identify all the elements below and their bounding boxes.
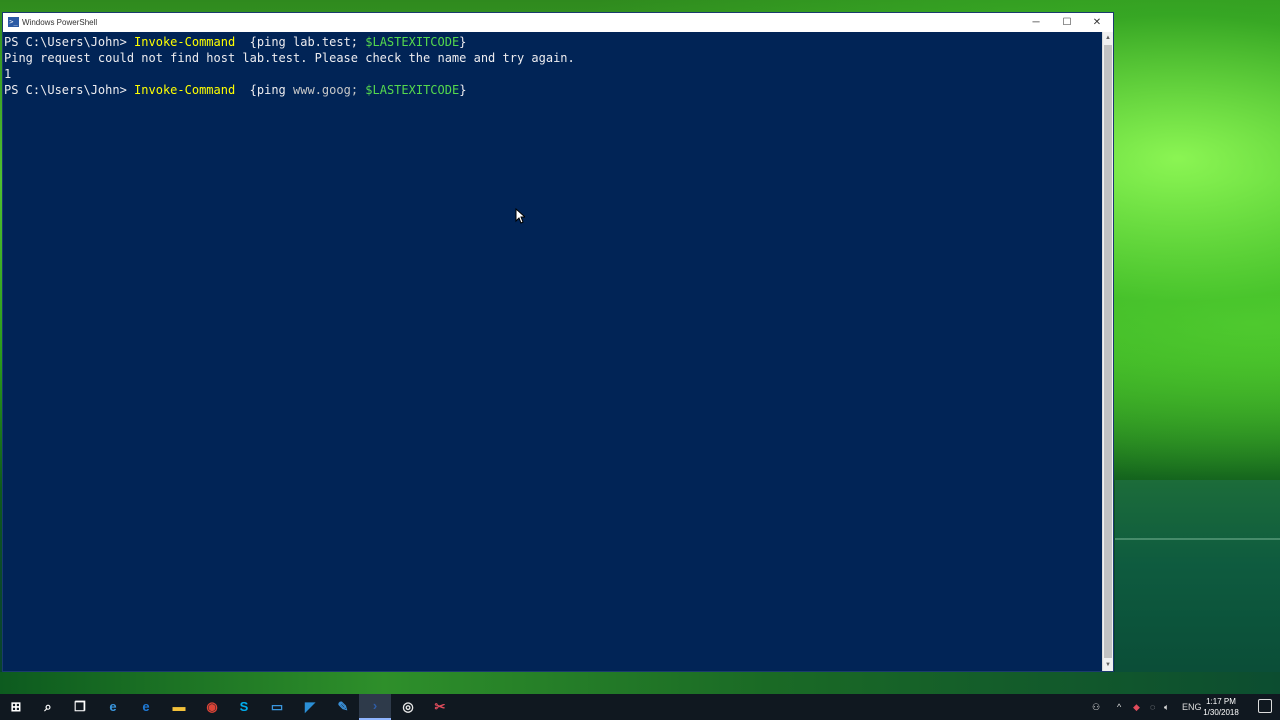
scriptblock-token: {ping xyxy=(249,83,294,97)
console-input-line[interactable]: PS C:\Users\John> Invoke-Command {ping w… xyxy=(4,82,466,98)
cmdlet-token: Invoke-Command xyxy=(134,35,236,49)
scroll-up-arrow-icon[interactable]: ▲ xyxy=(1103,32,1113,44)
edge-icon: e xyxy=(142,699,150,714)
snip-tool-icon[interactable]: ✂ xyxy=(424,694,456,720)
scroll-thumb[interactable] xyxy=(1104,45,1112,658)
search-icon: ⌕ xyxy=(44,699,52,714)
clock-time: 1:17 PM xyxy=(1206,697,1236,706)
file-explorer-icon[interactable]: ▬ xyxy=(163,694,195,720)
scriptblock-close: } xyxy=(459,35,467,49)
wallpaper-water xyxy=(1115,480,1280,694)
start-icon: ⊞ xyxy=(10,699,22,714)
wallpaper-strip xyxy=(0,672,1280,694)
task-view-icon[interactable]: ❐ xyxy=(64,694,96,720)
remote-desktop-icon[interactable]: ▭ xyxy=(261,694,293,720)
argument-token: www.goog; xyxy=(293,83,366,97)
console-line: Ping request could not find host lab.tes… xyxy=(4,51,575,65)
chrome-canary-icon[interactable]: ◎ xyxy=(392,694,424,720)
mouse-pointer-icon xyxy=(515,208,525,224)
people-icon[interactable]: ⚇ xyxy=(1092,694,1100,720)
chrome-icon[interactable]: ◉ xyxy=(196,694,228,720)
vertical-scrollbar[interactable]: ▲ ▼ xyxy=(1102,32,1113,671)
variable-token: $LASTEXITCODE xyxy=(365,83,460,97)
scroll-down-arrow-icon[interactable]: ▼ xyxy=(1103,659,1113,671)
prompt: PS C:\Users\John> xyxy=(4,83,135,97)
show-hidden-icons-chevron-icon[interactable]: ^ xyxy=(1117,694,1121,720)
chrome-icon: ◉ xyxy=(206,699,218,714)
chrome-canary-icon: ◎ xyxy=(402,699,414,714)
network-icon[interactable]: ◌ xyxy=(1150,694,1155,720)
close-button[interactable]: ✕ xyxy=(1082,13,1112,32)
prompt: PS C:\Users\John> xyxy=(4,35,135,49)
visual-studio-code-icon: ◤ xyxy=(305,699,315,714)
console-line: 1 xyxy=(4,67,12,81)
language-indicator[interactable]: ENG xyxy=(1182,694,1202,720)
console-output[interactable]: PS C:\Users\John> Invoke-Command {ping l… xyxy=(3,32,1103,671)
scriptblock-token: {ping lab.test; xyxy=(249,35,366,49)
skype-icon[interactable]: S xyxy=(228,694,260,720)
clock-date: 1/30/2018 xyxy=(1203,708,1239,717)
maximize-button[interactable]: ☐ xyxy=(1052,13,1082,32)
powershell-icon: › xyxy=(372,698,378,713)
cmdlet-token: Invoke-Command xyxy=(134,83,236,97)
powershell-window[interactable]: >_ Windows PowerShell ─ ☐ ✕ PS C:\Users\… xyxy=(2,12,1114,672)
file-explorer-icon: ▬ xyxy=(172,699,186,714)
volume-icon[interactable]: 🔈︎ xyxy=(1164,694,1169,720)
security-tray-icon[interactable]: ◆ xyxy=(1133,694,1140,720)
window-title: Windows PowerShell xyxy=(22,18,98,27)
powershell-ise-icon: ✎ xyxy=(337,699,349,714)
visual-studio-code-icon[interactable]: ◤ xyxy=(294,694,326,720)
taskbar: ⊞ ⌕ ❐ e e ▬ ◉ S ▭ ◤ ✎ › ◎ ✂ ⚇ ^ ◆ ◌ 🔈︎ ENG 1:17 PM 1/… xyxy=(0,694,1280,720)
internet-explorer-icon[interactable]: e xyxy=(97,694,129,720)
start-button[interactable]: ⊞ xyxy=(0,694,32,720)
edge-icon[interactable]: e xyxy=(130,694,162,720)
console-line: PS C:\Users\John> Invoke-Command {ping l… xyxy=(4,34,466,50)
search-icon[interactable]: ⌕ xyxy=(32,694,64,720)
powershell-icon[interactable]: › xyxy=(359,694,391,720)
action-center-icon[interactable] xyxy=(1258,699,1272,713)
powershell-window-icon: >_ xyxy=(8,17,19,27)
window-titlebar[interactable]: >_ Windows PowerShell ─ ☐ ✕ xyxy=(3,13,1113,32)
task-view-icon: ❐ xyxy=(74,699,86,714)
clock[interactable]: 1:17 PM 1/30/2018 xyxy=(1200,696,1242,718)
variable-token: $LASTEXITCODE xyxy=(365,35,460,49)
snip-tool-icon: ✂ xyxy=(434,699,446,714)
minimize-button[interactable]: ─ xyxy=(1021,13,1051,32)
skype-icon: S xyxy=(239,699,249,714)
remote-desktop-icon: ▭ xyxy=(270,699,284,714)
scriptblock-close: } xyxy=(459,83,467,97)
internet-explorer-icon: e xyxy=(109,699,117,714)
powershell-ise-icon[interactable]: ✎ xyxy=(327,694,359,720)
